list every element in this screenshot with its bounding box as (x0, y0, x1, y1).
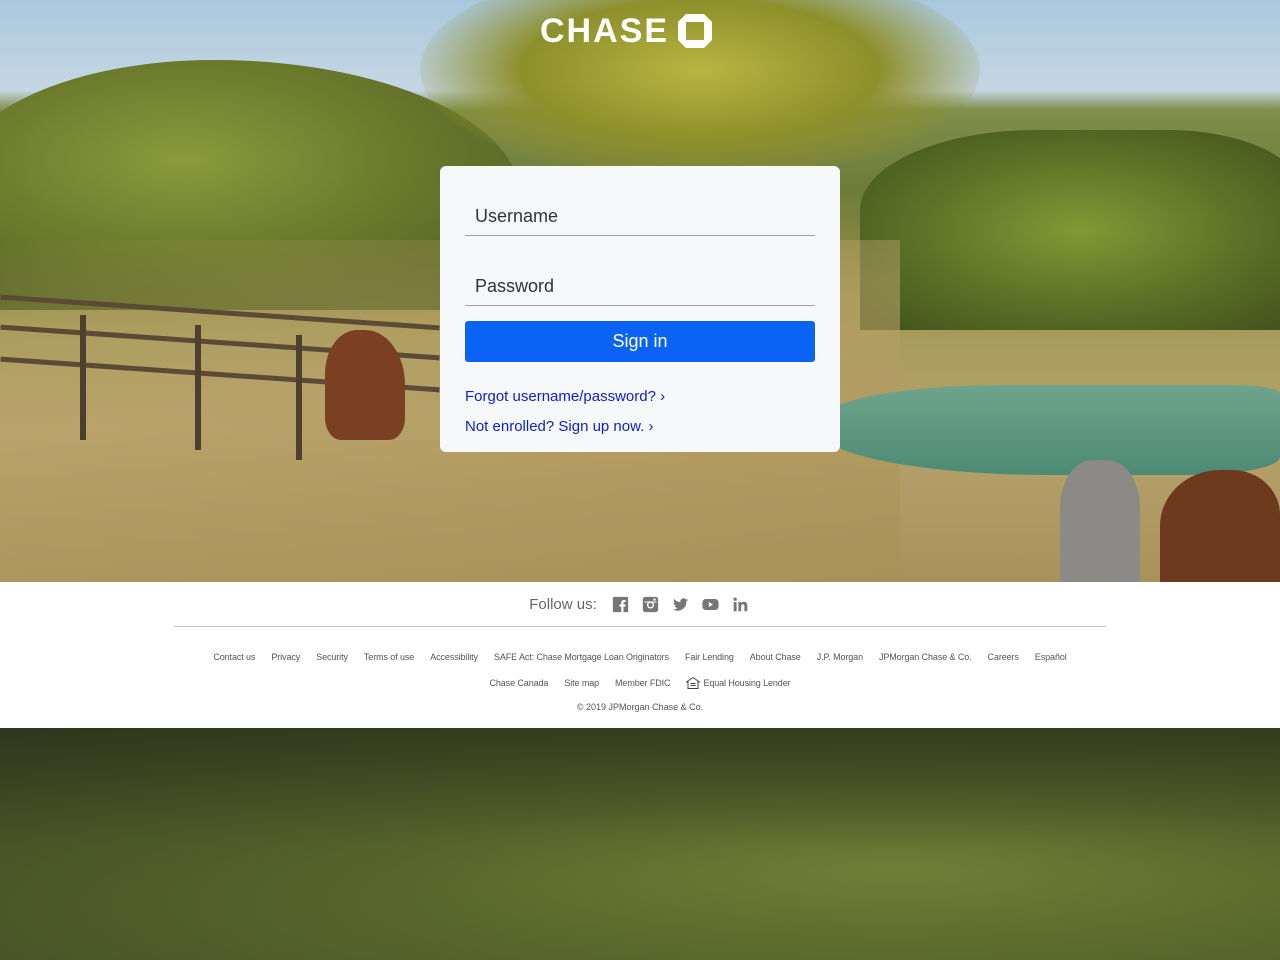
footer-link-jpmorgan-chase[interactable]: JPMorgan Chase & Co. (879, 652, 972, 662)
follow-label: Follow us: (529, 595, 597, 613)
password-field (465, 245, 815, 306)
twitter-icon[interactable] (671, 594, 691, 614)
footer-link-contact-us[interactable]: Contact us (213, 652, 255, 662)
footer-link-security[interactable]: Security (316, 652, 348, 662)
login-links: Forgot username/password? › Not enrolled… (465, 382, 815, 442)
password-input[interactable] (465, 245, 815, 305)
enroll-link[interactable]: Not enrolled? Sign up now. › (465, 412, 815, 442)
footer-link-fair-lending[interactable]: Fair Lending (685, 652, 734, 662)
equal-housing-label: Equal Housing Lender (703, 678, 791, 688)
footer-link-about-chase[interactable]: About Chase (750, 652, 801, 662)
rider (1060, 460, 1140, 582)
footer-link-member-fdic[interactable]: Member FDIC (615, 677, 671, 689)
chase-logo[interactable]: CHASE (540, 12, 713, 50)
follow-us-bar: Follow us: (0, 594, 1280, 614)
footer-link-chase-canada[interactable]: Chase Canada (489, 677, 548, 689)
grass-background (0, 728, 1280, 960)
equal-housing-icon (686, 677, 701, 689)
fence-post (80, 315, 86, 440)
footer-link-site-map[interactable]: Site map (564, 677, 599, 689)
login-card: Sign in Forgot username/password? › Not … (440, 166, 840, 452)
footer-divider (174, 626, 1106, 627)
treeline-right (860, 130, 1280, 330)
footer-links-row2: Chase Canada Site map Member FDIC Equal … (0, 677, 1280, 689)
footer-links-row1: Contact us Privacy Security Terms of use… (0, 652, 1280, 662)
linkedin-icon[interactable] (731, 594, 751, 614)
horse (325, 330, 405, 440)
footer-link-safe-act[interactable]: SAFE Act: Chase Mortgage Loan Originator… (494, 652, 669, 662)
footer-link-jp-morgan[interactable]: J.P. Morgan (817, 652, 863, 662)
footer-link-careers[interactable]: Careers (988, 652, 1019, 662)
sign-in-button[interactable]: Sign in (465, 321, 815, 362)
fence-post (195, 325, 201, 450)
logo-text: CHASE (540, 11, 670, 50)
youtube-icon[interactable] (701, 594, 721, 614)
copyright: © 2019 JPMorgan Chase & Co. (576, 702, 704, 712)
chase-octagon-icon (678, 14, 713, 48)
footer-link-accessibility[interactable]: Accessibility (430, 652, 478, 662)
fence-post (296, 335, 302, 460)
footer-link-espanol[interactable]: Español (1035, 652, 1067, 662)
forgot-credentials-link[interactable]: Forgot username/password? › (465, 382, 815, 412)
username-input[interactable] (465, 175, 815, 235)
pond (820, 385, 1280, 475)
username-field (465, 175, 815, 236)
instagram-icon[interactable] (641, 594, 661, 614)
footer-link-equal-housing[interactable]: Equal Housing Lender (686, 677, 791, 689)
footer-link-terms[interactable]: Terms of use (364, 652, 414, 662)
footer-link-privacy[interactable]: Privacy (271, 652, 300, 662)
horse (1160, 470, 1280, 582)
facebook-icon[interactable] (611, 594, 631, 614)
footer: Follow us: Contact us Privacy Security T… (0, 582, 1280, 728)
